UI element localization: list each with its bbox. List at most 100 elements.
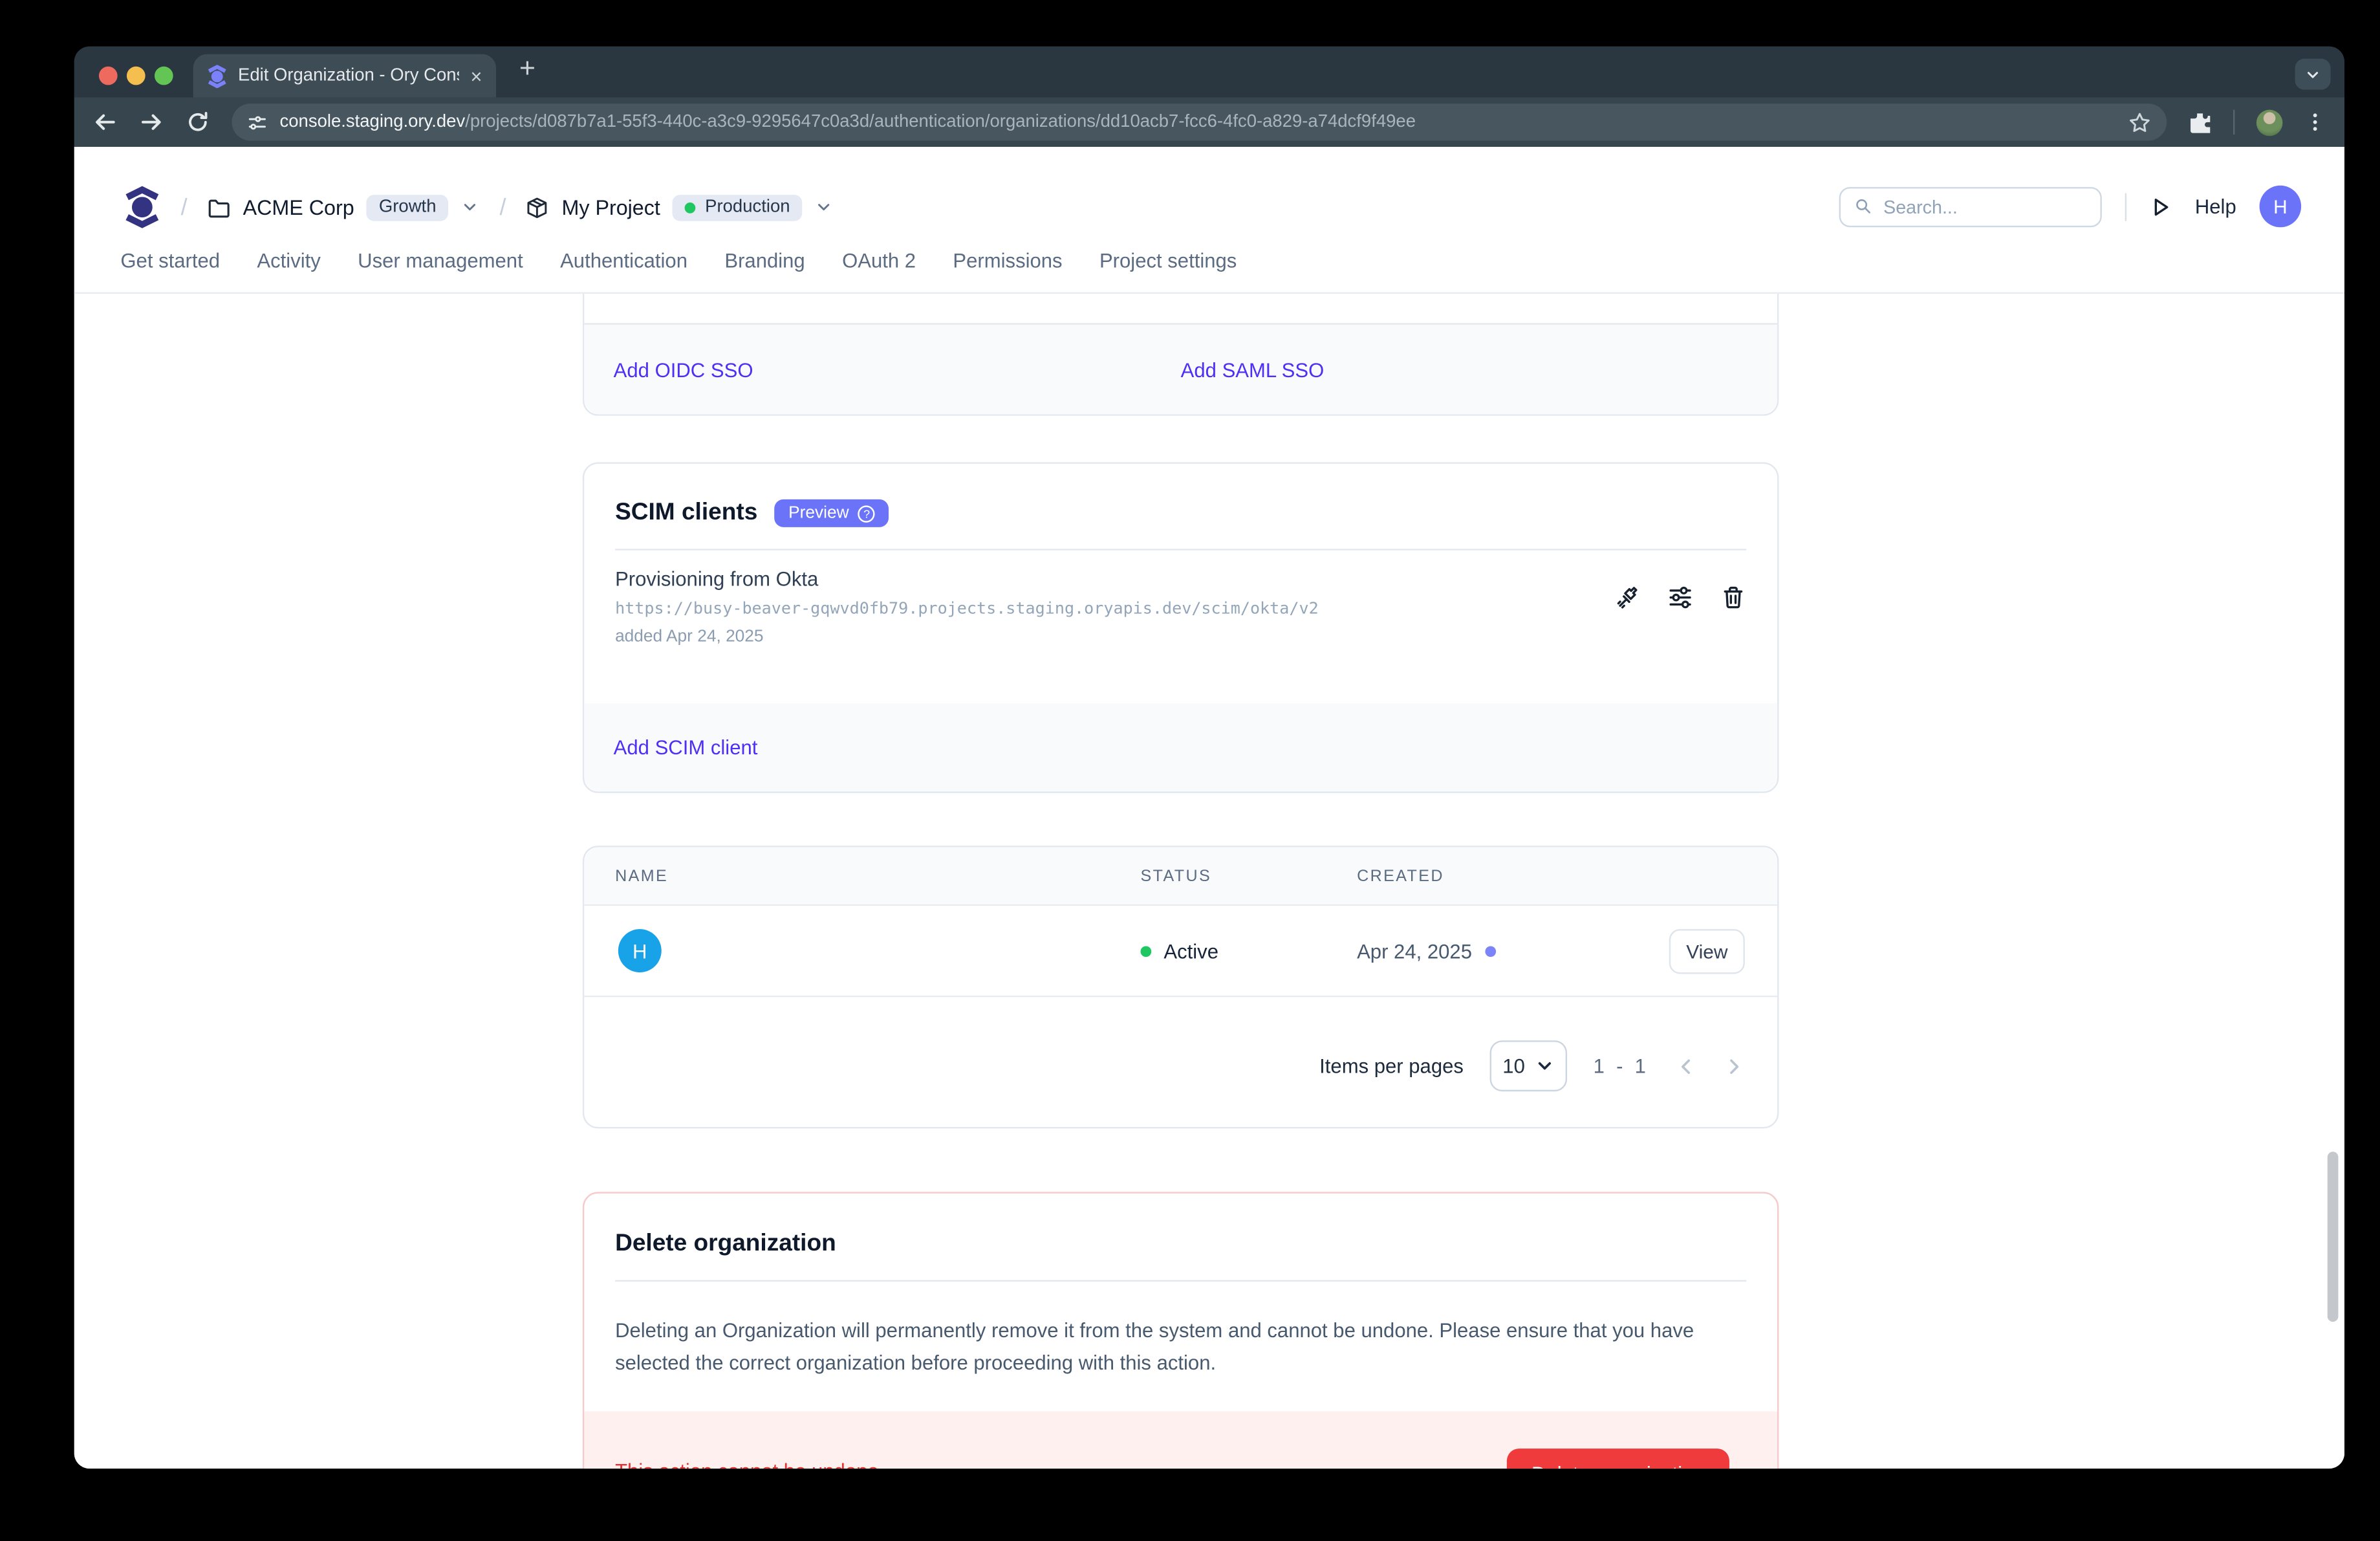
ory-favicon-icon: [207, 64, 227, 87]
scim-card-header: SCIM clients Preview ?: [584, 464, 1777, 527]
danger-description: Deleting an Organization will permanentl…: [584, 1282, 1727, 1379]
bookmark-star-icon[interactable]: [2128, 111, 2151, 134]
items-per-page-label: Items per pages: [1319, 1055, 1464, 1078]
status-cell: Active: [1141, 940, 1218, 963]
scrollbar-thumb[interactable]: [2328, 1152, 2339, 1322]
sso-card-body: [584, 294, 1777, 325]
browser-tab[interactable]: Edit Organization - Ory Console ×: [193, 54, 496, 98]
breadcrumb: / ACME Corp Growth / My Project Producti…: [124, 186, 833, 229]
project-switcher[interactable]: My Project Production: [526, 194, 834, 221]
trash-icon[interactable]: [1720, 584, 1747, 611]
next-page-button[interactable]: [1723, 1055, 1744, 1077]
project-name: My Project: [561, 195, 660, 219]
help-question-icon[interactable]: ?: [858, 505, 875, 521]
page-range: 1 - 1: [1594, 1055, 1649, 1078]
browser-window: Edit Organization - Ory Console × + c: [74, 47, 2344, 1469]
search-icon: [1855, 196, 1872, 216]
add-scim-client-link[interactable]: Add SCIM client: [614, 736, 758, 759]
created-cell: Apr 24, 2025: [1357, 940, 1497, 963]
scim-client-name: Provisioning from Okta: [615, 567, 1746, 591]
sso-card-footer: Add OIDC SSO Add SAML SSO: [584, 325, 1777, 415]
reload-icon[interactable]: [186, 110, 210, 135]
workspace-switcher[interactable]: ACME Corp Growth: [208, 194, 480, 221]
danger-card-footer: This action cannot be undone. Delete org…: [584, 1412, 1777, 1469]
search-box[interactable]: [1839, 186, 2102, 226]
delete-organization-card: Delete organization Deleting an Organiza…: [583, 1192, 1779, 1469]
nav-user-management[interactable]: User management: [358, 248, 523, 272]
site-settings-icon[interactable]: [247, 112, 267, 132]
macos-maximize-button[interactable]: [155, 67, 173, 85]
plug-icon[interactable]: [1615, 584, 1641, 611]
nav-project-settings[interactable]: Project settings: [1099, 248, 1237, 272]
breadcrumb-separator: /: [181, 194, 188, 221]
back-icon[interactable]: [92, 110, 117, 135]
status-badge: Active: [1163, 940, 1218, 963]
scim-card-footer: Add SCIM client: [584, 703, 1777, 791]
url-bar[interactable]: console.staging.ory.dev/projects/d087b7a…: [232, 104, 2167, 140]
view-button[interactable]: View: [1669, 929, 1745, 974]
url-text: console.staging.ory.dev/projects/d087b7a…: [280, 113, 2116, 131]
macos-close-button[interactable]: [99, 67, 118, 85]
menu-dots-icon[interactable]: [2304, 110, 2326, 135]
nav-authentication[interactable]: Authentication: [560, 248, 687, 272]
table-header: NAME STATUS CREATED: [584, 847, 1777, 906]
items-per-page-select[interactable]: 10: [1490, 1040, 1567, 1091]
tab-title: Edit Organization - Ory Console: [238, 67, 460, 85]
header-divider: [2125, 193, 2126, 221]
column-created: CREATED: [1357, 868, 1444, 886]
tab-close-icon[interactable]: ×: [470, 66, 482, 86]
danger-warning-text: This action cannot be undone.: [615, 1459, 884, 1469]
column-name: NAME: [615, 868, 668, 886]
help-link[interactable]: Help: [2195, 195, 2236, 218]
browser-profile-photo[interactable]: [2256, 109, 2283, 135]
play-icon[interactable]: [2150, 195, 2172, 217]
header-actions: Help H: [1839, 186, 2301, 228]
add-oidc-sso-link[interactable]: Add OIDC SSO: [614, 358, 753, 381]
workspace-name: ACME Corp: [243, 195, 354, 219]
project-nav: Get started Activity User management Aut…: [120, 227, 1237, 292]
screen: Edit Organization - Ory Console × + c: [0, 0, 2380, 1541]
scim-client-url: https://busy-beaver-gqwvd0fb79.projects.…: [615, 600, 1746, 618]
app-header: / ACME Corp Growth / My Project Producti…: [74, 147, 2344, 294]
preview-badge[interactable]: Preview ?: [775, 499, 889, 527]
delete-organization-button[interactable]: Delete organization: [1507, 1448, 1729, 1469]
chevron-down-icon: [815, 198, 834, 217]
nav-branding[interactable]: Branding: [724, 248, 805, 272]
chevron-down-icon: [1534, 1056, 1554, 1076]
url-domain: console.staging.ory.dev: [280, 113, 466, 131]
ory-logo[interactable]: [124, 186, 160, 229]
nav-activity[interactable]: Activity: [257, 248, 320, 272]
forward-icon[interactable]: [139, 110, 164, 135]
tab-strip: Edit Organization - Ory Console × +: [74, 47, 2344, 98]
url-path: /projects/d087b7a1-55f3-440c-a3c9-929564…: [465, 113, 1416, 131]
created-date: Apr 24, 2025: [1357, 940, 1472, 963]
scim-client-added-date: added Apr 24, 2025: [615, 628, 1746, 646]
environment-badge: Production: [673, 194, 803, 221]
web-content: / ACME Corp Growth / My Project Producti…: [74, 147, 2344, 1469]
new-tab-button[interactable]: +: [519, 52, 536, 85]
status-dot: [1141, 946, 1152, 957]
chevron-down-icon: [461, 198, 480, 217]
nav-permissions[interactable]: Permissions: [953, 248, 1062, 272]
scim-row-actions: [1615, 584, 1746, 611]
tab-search-button[interactable]: [2295, 59, 2331, 90]
chevron-down-icon: [2304, 66, 2321, 83]
scim-card-title: SCIM clients: [615, 499, 757, 527]
extensions-icon[interactable]: [2189, 111, 2212, 134]
toolbar-divider: [2233, 110, 2234, 135]
previous-page-button[interactable]: [1675, 1055, 1696, 1077]
per-page-value: 10: [1502, 1055, 1525, 1078]
user-avatar[interactable]: H: [2260, 186, 2302, 228]
macos-minimize-button[interactable]: [127, 67, 146, 85]
page-scroll-area[interactable]: Add OIDC SSO Add SAML SSO SCIM clients P…: [74, 294, 2344, 1469]
created-indicator-dot: [1486, 946, 1497, 957]
nav-oauth2[interactable]: OAuth 2: [842, 248, 916, 272]
nav-get-started[interactable]: Get started: [120, 248, 220, 272]
scim-clients-card: SCIM clients Preview ? Provisioning from…: [583, 462, 1779, 792]
organization-table-card: NAME STATUS CREATED H Active Apr 24, 2: [583, 846, 1779, 1128]
sliders-icon[interactable]: [1667, 584, 1694, 611]
table-row[interactable]: H Active Apr 24, 2025 View: [584, 906, 1777, 997]
browser-toolbar: console.staging.ory.dev/projects/d087b7a…: [74, 98, 2344, 147]
add-saml-sso-link[interactable]: Add SAML SSO: [1181, 358, 1325, 381]
search-input[interactable]: [1883, 195, 2086, 217]
